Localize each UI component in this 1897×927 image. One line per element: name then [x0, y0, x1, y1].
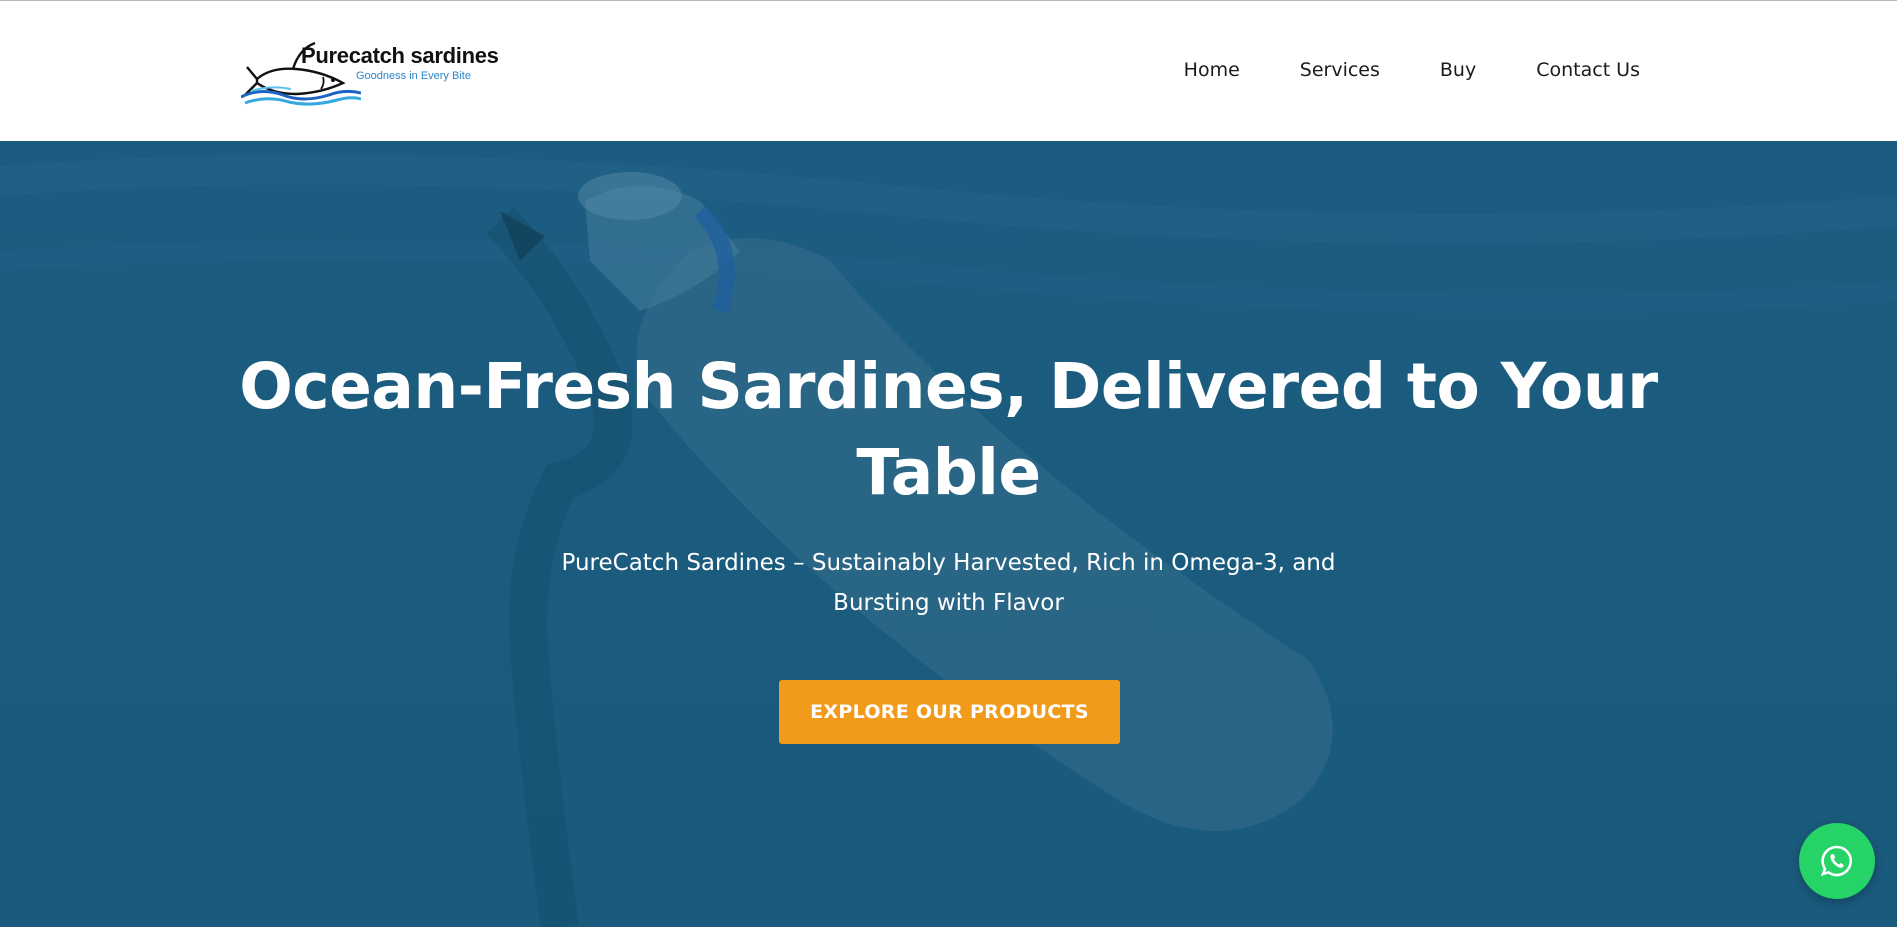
hero-headline: Ocean-Fresh Sardines, Delivered to Your …: [0, 344, 1897, 516]
whatsapp-chat-button[interactable]: [1799, 823, 1875, 899]
hero-headline-line-2: Table: [856, 436, 1041, 509]
hero-headline-line-1: Ocean-Fresh Sardines, Delivered to Your: [239, 350, 1658, 423]
nav-home[interactable]: Home: [1184, 59, 1240, 81]
nav-contact-us[interactable]: Contact Us: [1536, 59, 1640, 81]
hero-subheadline-line-1: PureCatch Sardines – Sustainably Harvest…: [561, 550, 1336, 576]
explore-products-button[interactable]: EXPLORE OUR PRODUCTS: [779, 680, 1120, 744]
site-header: Purecatch sardines Goodness in Every Bit…: [0, 1, 1897, 141]
hero-section: Ocean-Fresh Sardines, Delivered to Your …: [0, 141, 1897, 927]
main-nav: Home Services Buy Contact Us: [1184, 59, 1640, 81]
underwater-bottle-background-image: [0, 154, 1897, 927]
hero-subheadline-line-2: Bursting with Flavor: [833, 590, 1064, 616]
whatsapp-icon: [1820, 845, 1853, 877]
nav-buy[interactable]: Buy: [1440, 59, 1476, 81]
brand-name: Purecatch sardines: [301, 43, 499, 68]
brand-tagline: Goodness in Every Bite: [356, 70, 471, 82]
nav-services[interactable]: Services: [1300, 59, 1380, 81]
hero-subheadline: PureCatch Sardines – Sustainably Harvest…: [0, 543, 1897, 623]
brand-logo[interactable]: Purecatch sardines Goodness in Every Bit…: [241, 39, 511, 107]
